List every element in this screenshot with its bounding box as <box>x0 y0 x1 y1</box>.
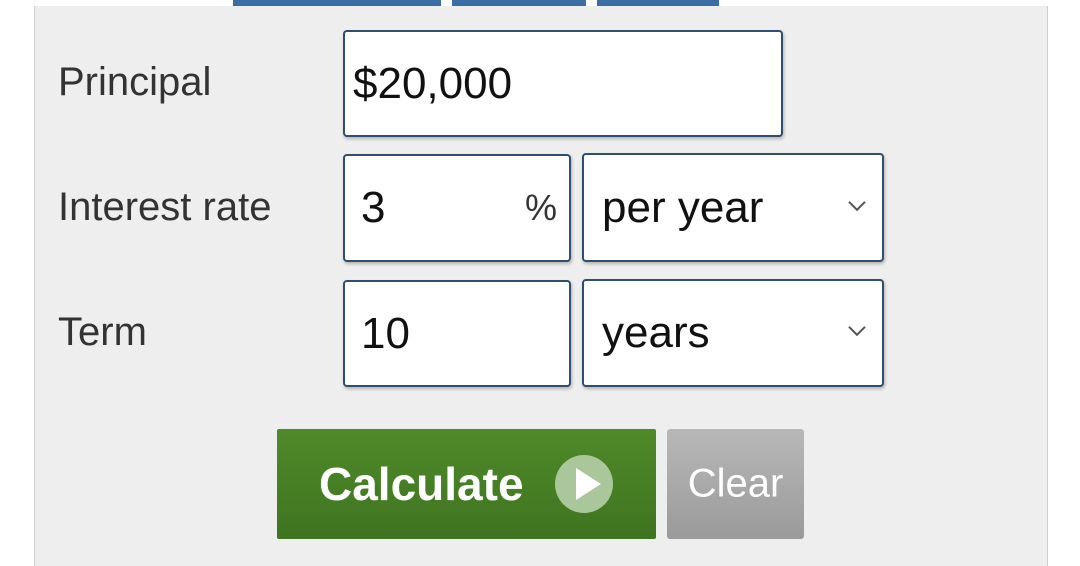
rate-period-value: per year <box>602 182 764 232</box>
principal-label: Principal <box>58 60 212 104</box>
clear-button[interactable]: Clear <box>667 429 804 539</box>
principal-input[interactable]: $20,000 <box>343 30 783 137</box>
chevron-down-icon <box>848 200 866 211</box>
interest-rate-value: 3 <box>361 183 386 232</box>
interest-rate-label: Interest rate <box>58 185 272 229</box>
rate-period-select[interactable]: per year <box>582 153 884 262</box>
clear-label: Clear <box>687 461 784 506</box>
term-unit-select[interactable]: years <box>582 279 884 387</box>
play-icon <box>555 455 613 513</box>
interest-rate-input[interactable]: 3 % <box>343 154 571 262</box>
term-label: Term <box>58 310 147 354</box>
calculate-label: Calculate <box>319 458 524 510</box>
term-unit-value: years <box>602 308 710 357</box>
principal-value: $20,000 <box>353 58 513 108</box>
term-value: 10 <box>361 308 410 358</box>
term-input[interactable]: 10 <box>343 280 571 387</box>
percent-sign: % <box>524 187 557 228</box>
calculate-button[interactable]: Calculate <box>277 429 656 539</box>
chevron-down-icon <box>848 326 866 337</box>
